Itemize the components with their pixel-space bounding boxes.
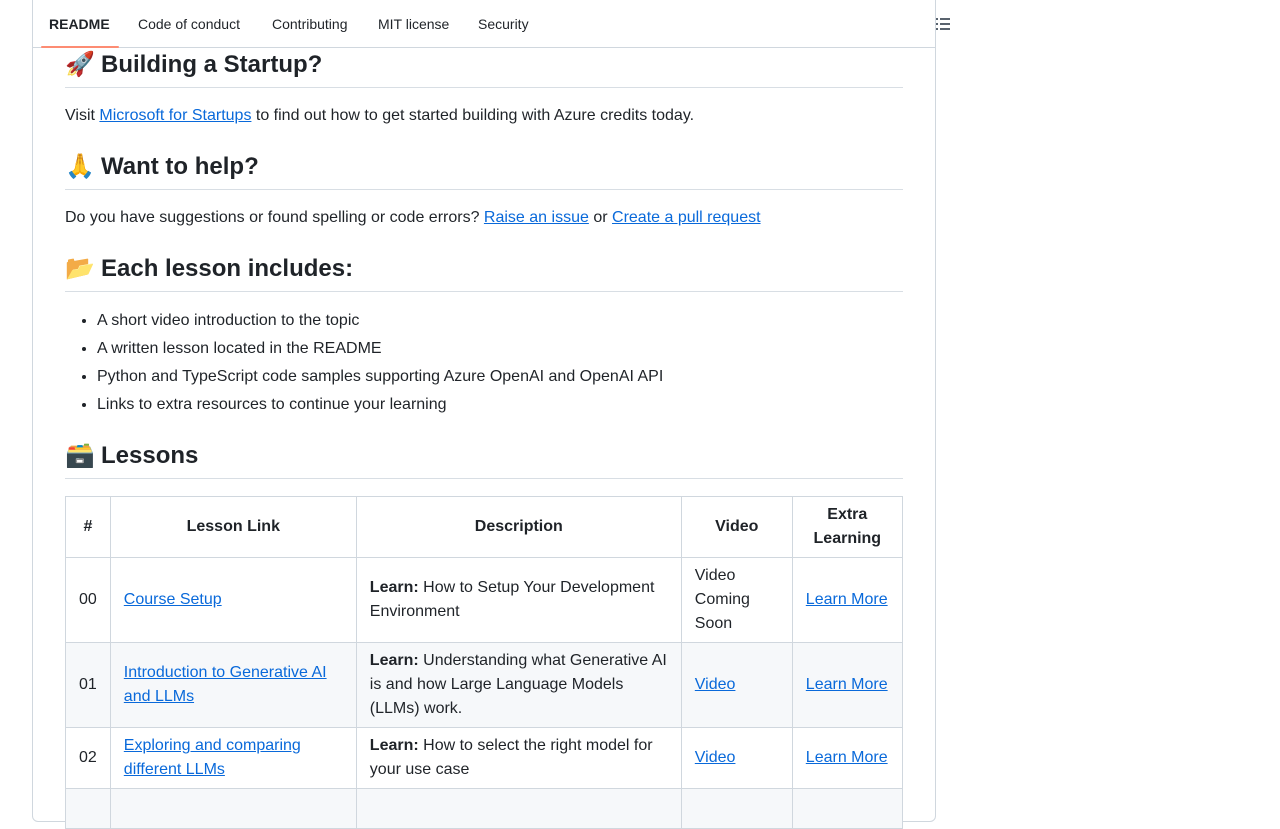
column-header: # [65, 496, 111, 558]
column-header: Video [680, 496, 793, 558]
outline-button[interactable] [928, 9, 958, 39]
learn-more-link[interactable]: Learn More [806, 676, 888, 693]
table-row [65, 788, 903, 829]
lesson-link-cell: Exploring and comparing different LLMs [109, 727, 357, 789]
list-item: Links to extra resources to continue you… [97, 393, 663, 417]
lesson-number: 00 [65, 557, 111, 643]
lesson-number: 01 [65, 642, 111, 728]
video-link[interactable]: Video [695, 749, 736, 766]
table-row: 02 Exploring and comparing different LLM… [65, 727, 903, 789]
lesson-link-cell [109, 788, 357, 829]
heading-text: Each lesson includes: [101, 255, 354, 282]
folded-hands-icon: 🙏 [65, 153, 95, 180]
learn-label: Learn: [369, 652, 419, 669]
table-row: 01 Introduction to Generative AI and LLM… [65, 642, 903, 728]
column-header: Lesson Link [109, 496, 357, 558]
video-cell: Video [680, 727, 793, 789]
paragraph-text: Visit [65, 107, 95, 124]
lesson-link-cell: Introduction to Generative AI and LLMs [109, 642, 357, 728]
lesson-link[interactable]: Exploring and comparing different LLMs [124, 737, 301, 778]
paragraph-text: or [593, 209, 608, 226]
heading-text: Want to help? [101, 153, 259, 180]
rocket-icon: 🚀 [65, 51, 95, 78]
heading-lessons: 🗃️ Lessons [65, 441, 903, 479]
lessons-table: # Lesson Link Description Video Extra Le… [65, 496, 903, 829]
create-pull-request-link[interactable]: Create a pull request [612, 209, 761, 226]
learn-label: Learn: [369, 737, 419, 754]
list-item: Python and TypeScript code samples suppo… [97, 365, 663, 389]
list-item: A short video introduction to the topic [97, 309, 663, 333]
tab-contributing[interactable]: Contributing [272, 0, 348, 47]
open-folder-icon: 📂 [65, 255, 95, 282]
readme-tab-bar: README Code of conduct Contributing MIT … [33, 0, 950, 48]
lesson-link[interactable]: Introduction to Generative AI and LLMs [124, 664, 327, 705]
video-cell: Video Coming Soon [680, 557, 793, 643]
lesson-link-cell: Course Setup [109, 557, 357, 643]
list-unordered-icon [936, 18, 950, 30]
list-item: A written lesson located in the README [97, 337, 663, 361]
column-header: Description [355, 496, 682, 558]
video-cell [680, 788, 793, 829]
extra-learning-cell: Learn More [791, 557, 903, 643]
description-cell: Learn: Understanding what Generative AI … [355, 642, 682, 728]
lesson-number [65, 788, 111, 829]
startup-paragraph: Visit Microsoft for Startups to find out… [65, 104, 694, 128]
table-header-row: # Lesson Link Description Video Extra Le… [65, 496, 903, 558]
tab-security[interactable]: Security [478, 0, 529, 47]
learn-more-link[interactable]: Learn More [806, 749, 888, 766]
tab-mit-license[interactable]: MIT license [378, 0, 449, 47]
learn-label: Learn: [369, 579, 419, 596]
paragraph-text: to find out how to get started building … [255, 107, 695, 124]
lesson-link[interactable]: Course Setup [124, 591, 222, 608]
video-link[interactable]: Video [695, 676, 736, 693]
raise-issue-link[interactable]: Raise an issue [484, 209, 589, 226]
description-cell: Learn: How to select the right model for… [355, 727, 682, 789]
heading-text: Building a Startup? [101, 51, 323, 78]
lesson-number: 02 [65, 727, 111, 789]
extra-learning-cell [791, 788, 903, 829]
column-header: Extra Learning [791, 496, 903, 558]
description-cell [355, 788, 682, 829]
description-cell: Learn: How to Setup Your Development Env… [355, 557, 682, 643]
learn-more-link[interactable]: Learn More [806, 591, 888, 608]
card-file-box-icon: 🗃️ [65, 442, 95, 469]
tab-readme[interactable]: README [41, 0, 119, 48]
table-row: 00 Course Setup Learn: How to Setup Your… [65, 557, 903, 643]
heading-each-lesson-includes: 📂 Each lesson includes: [65, 254, 903, 292]
heading-building-startup: 🚀 Building a Startup? [65, 50, 903, 88]
video-status: Video Coming Soon [694, 567, 750, 632]
heading-want-to-help: 🙏 Want to help? [65, 152, 903, 190]
extra-learning-cell: Learn More [791, 727, 903, 789]
heading-text: Lessons [101, 442, 199, 469]
paragraph-text: Do you have suggestions or found spellin… [65, 209, 480, 226]
lesson-includes-list: A short video introduction to the topic … [65, 309, 663, 421]
extra-learning-cell: Learn More [791, 642, 903, 728]
help-paragraph: Do you have suggestions or found spellin… [65, 206, 761, 230]
video-cell: Video [680, 642, 793, 728]
tab-code-of-conduct[interactable]: Code of conduct [138, 0, 240, 47]
microsoft-for-startups-link[interactable]: Microsoft for Startups [99, 107, 251, 124]
